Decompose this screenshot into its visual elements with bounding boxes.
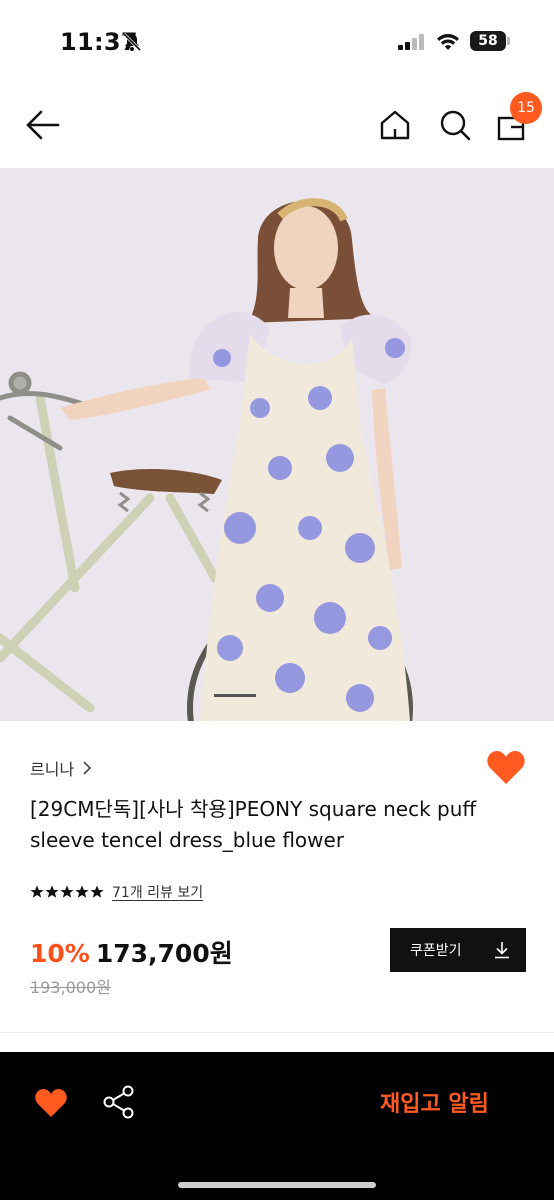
top-nav: 15 — [0, 84, 554, 168]
home-icon[interactable] — [378, 108, 412, 142]
star-icon — [75, 885, 89, 898]
product-photo — [0, 168, 554, 721]
battery-cap — [507, 37, 510, 45]
wifi-icon — [437, 34, 459, 50]
heart-icon[interactable] — [486, 750, 526, 786]
brand-name: 르니나 — [30, 760, 75, 779]
star-icon — [90, 885, 104, 898]
product-image[interactable] — [0, 168, 554, 721]
battery-icon: 58 — [470, 31, 506, 51]
carousel-indicator — [214, 694, 256, 697]
bell-off-icon — [122, 32, 142, 52]
status-bar: 11:37 58 — [0, 0, 554, 84]
star-icon — [30, 885, 44, 898]
discount-rate: 10% — [30, 939, 90, 968]
rating-row: 71개 리뷰 보기 — [30, 882, 203, 902]
bottom-action-bar: 재입고 알림 — [0, 1052, 554, 1200]
section-divider — [0, 1032, 554, 1033]
coupon-label: 쿠폰받기 — [410, 943, 462, 959]
share-icon[interactable] — [102, 1084, 136, 1120]
signal-icon — [398, 34, 424, 50]
search-icon[interactable] — [438, 108, 472, 142]
price-row: 10% 173,700원 — [30, 934, 233, 970]
sale-price: 173,700원 — [95, 939, 233, 968]
review-link[interactable]: 71개 리뷰 보기 — [112, 882, 203, 902]
home-indicator — [178, 1182, 376, 1188]
coupon-button[interactable]: 쿠폰받기 — [390, 928, 526, 972]
product-title: [29CM단독][사나 착용]PEONY square neck puff sl… — [30, 797, 477, 852]
back-arrow-icon[interactable] — [24, 108, 62, 142]
restock-alert-button[interactable]: 재입고 알림 — [380, 1086, 489, 1118]
chevron-right-icon — [83, 761, 92, 775]
star-icon — [45, 885, 59, 898]
cart-count-badge: 15 — [510, 92, 542, 124]
original-price: 193,000원 — [30, 978, 111, 997]
star-rating — [30, 885, 104, 899]
download-icon — [495, 942, 509, 959]
heart-icon[interactable] — [34, 1088, 68, 1118]
star-icon — [60, 885, 74, 898]
brand-link[interactable]: 르니나 — [30, 756, 92, 780]
